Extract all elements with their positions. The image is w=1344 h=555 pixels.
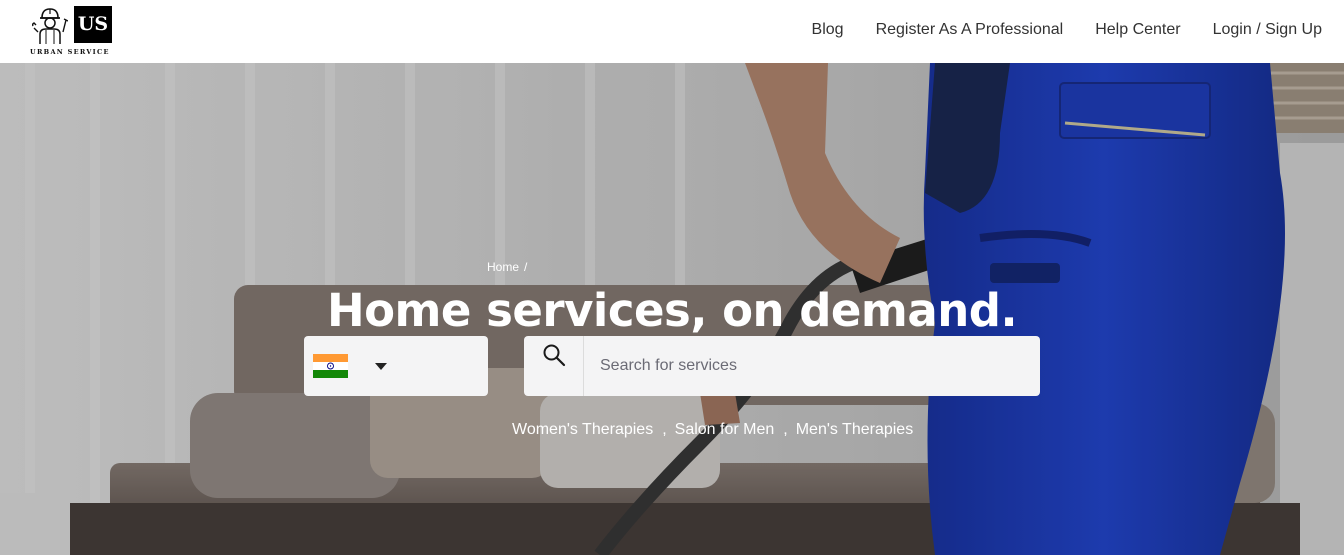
site-logo[interactable]: US URBAN SERVICE [30, 6, 120, 58]
worker-icon [32, 8, 68, 44]
caret-down-icon[interactable] [375, 363, 387, 370]
breadcrumb-home-link[interactable]: Home [487, 260, 519, 274]
nav-blog-link[interactable]: Blog [812, 20, 844, 40]
site-header: US URBAN SERVICE Blog Register As A Prof… [0, 0, 1344, 63]
country-select[interactable] [304, 336, 488, 396]
hero-section: Home / Home services, on demand. Women's … [0, 63, 1344, 555]
india-flag-icon [313, 354, 348, 378]
logo-wordmark: URBAN SERVICE [30, 48, 110, 56]
logo-initials: US [74, 6, 112, 43]
popular-services: Women's Therapies, Salon for Men, Men's Th… [512, 421, 913, 439]
hero-title: Home services, on demand. [326, 284, 1018, 337]
search-icon [543, 344, 566, 367]
search-button[interactable] [524, 336, 584, 396]
service-search [524, 336, 1040, 396]
breadcrumb-separator: / [524, 260, 528, 274]
popular-services-separator: , [662, 421, 667, 438]
nav-help-center-link[interactable]: Help Center [1095, 20, 1180, 40]
main-nav: Blog Register As A Professional Help Cen… [812, 20, 1322, 40]
popular-service-link[interactable]: Salon for Men [675, 421, 775, 438]
nav-register-professional-link[interactable]: Register As A Professional [876, 20, 1064, 40]
popular-service-link[interactable]: Women's Therapies [512, 421, 653, 438]
popular-service-link[interactable]: Men's Therapies [796, 421, 913, 438]
breadcrumb: Home / [487, 260, 527, 274]
popular-services-separator: , [783, 421, 788, 438]
nav-login-signup-link[interactable]: Login / Sign Up [1213, 20, 1322, 40]
search-input[interactable] [585, 336, 1035, 396]
